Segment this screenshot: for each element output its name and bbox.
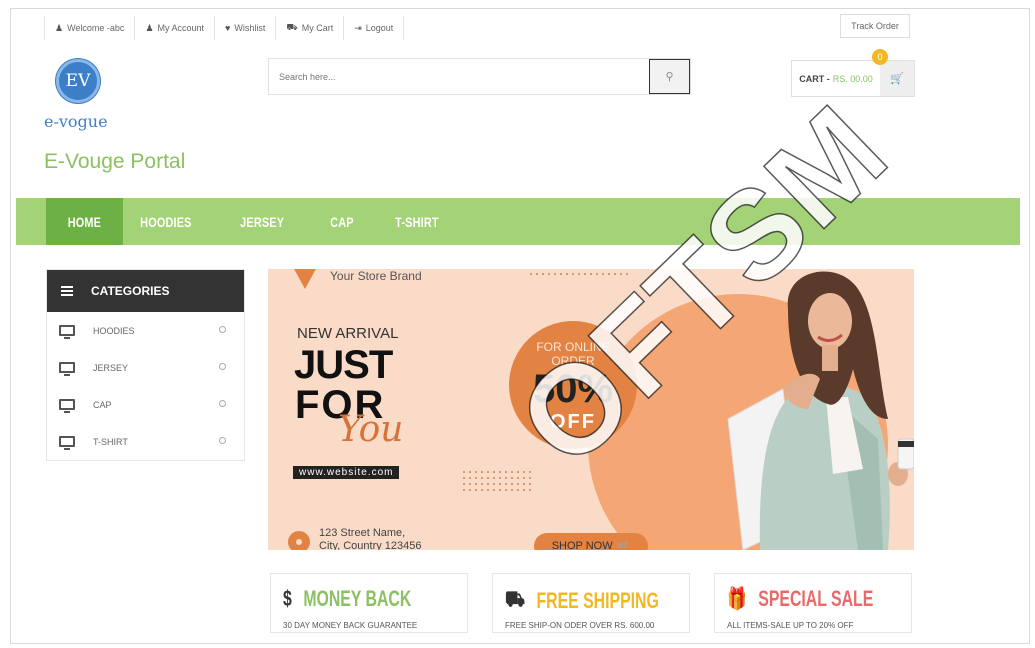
feature-title: $ MONEY BACK xyxy=(283,586,412,611)
nav-item-cap[interactable]: CAP xyxy=(313,198,371,245)
logout-icon: ⇥ xyxy=(354,22,362,33)
menu-icon xyxy=(61,284,73,298)
category-item-tshirt[interactable]: T-SHIRT xyxy=(47,423,244,460)
circle-icon xyxy=(219,326,226,333)
search-button[interactable]: ⚲ xyxy=(649,59,690,94)
welcome-link[interactable]: ♟ Welcome -abc xyxy=(44,16,134,40)
banner-you: You xyxy=(338,409,404,450)
banner-brand: Your Store Brand xyxy=(330,269,422,283)
main-nav: HOME HOODIES JERSEY CAP T-SHIRT xyxy=(16,198,1020,245)
cart-amount: RS. 00.00 xyxy=(832,73,873,84)
banner-dots xyxy=(528,271,628,277)
cart-summary: CART - RS. 00.00 xyxy=(792,61,880,96)
search-icon: ⚲ xyxy=(665,71,674,83)
discount-label: FOR ONLINE ORDER xyxy=(536,340,610,368)
category-item-hoodies[interactable]: HOODIES xyxy=(47,312,244,349)
wishlist-link[interactable]: ♥ Wishlist xyxy=(214,16,275,40)
cart-label: CART - xyxy=(799,73,830,84)
feature-free-shipping[interactable]: ⛟ FREE SHIPPING FREE SHIP-ON ODER OVER RS… xyxy=(492,573,690,633)
search-bar: ⚲ xyxy=(268,58,691,95)
feature-subtitle: 30 DAY MONEY BACK GUARANTEE xyxy=(283,621,418,630)
model-photo xyxy=(727,271,914,550)
nav-item-hoodies[interactable]: HOODIES xyxy=(123,198,209,245)
shop-now-button[interactable]: SHOP NOW 🛒 xyxy=(534,533,648,550)
my-account-link[interactable]: ♟ My Account xyxy=(134,16,214,40)
gift-icon: 🎁 xyxy=(727,586,747,611)
heart-icon: ♥ xyxy=(225,23,231,33)
brand-triangle-icon xyxy=(293,269,317,289)
logo-monogram: EV xyxy=(65,71,91,91)
circle-icon xyxy=(219,363,226,370)
nav-item-tshirt[interactable]: T-SHIRT xyxy=(378,198,456,245)
feature-subtitle: ALL ITEMS-SALE UP TO 20% OFF xyxy=(727,621,854,630)
feature-title: ⛟ FREE SHIPPING xyxy=(505,586,659,615)
banner-website: www.website.com xyxy=(293,466,400,479)
banner-new-arrival: NEW ARRIVAL xyxy=(297,325,399,342)
nav-item-home[interactable]: HOME xyxy=(46,198,123,245)
feature-money-back[interactable]: $ MONEY BACK 30 DAY MONEY BACK GUARANTEE xyxy=(270,573,468,633)
nav-item-jersey[interactable]: JERSEY xyxy=(223,198,301,245)
cart-button[interactable]: 🛒 xyxy=(880,61,914,96)
user-icon: ♟ xyxy=(55,22,64,33)
truck-icon: ⛟ xyxy=(505,586,525,611)
monitor-icon xyxy=(59,399,75,413)
cart-icon: 🛒 xyxy=(616,540,631,551)
circle-icon xyxy=(219,437,226,444)
banner-just: JUST xyxy=(294,343,393,387)
site-name: E-Vouge Portal xyxy=(44,150,186,173)
user-icon: ♟ xyxy=(145,22,154,33)
cart-count-badge: 0 xyxy=(872,49,888,65)
discount-value: 50% xyxy=(532,367,614,411)
feature-title: 🎁 SPECIAL SALE xyxy=(727,586,874,611)
monitor-icon xyxy=(59,325,75,339)
cart-icon: ⛟ xyxy=(286,22,298,32)
category-item-cap[interactable]: CAP xyxy=(47,386,244,423)
category-item-jersey[interactable]: JERSEY xyxy=(47,349,244,386)
circle-icon xyxy=(219,400,226,407)
banner-address: 123 Street Name, City, Country 123456 xyxy=(319,527,422,550)
categories-header[interactable]: CATEGORIES xyxy=(47,270,244,312)
track-order-button[interactable]: Track Order xyxy=(840,14,910,38)
logo-text[interactable]: e-vogue xyxy=(44,112,108,131)
monitor-icon xyxy=(59,436,75,450)
categories-title: CATEGORIES xyxy=(91,284,170,298)
cart-icon: 🛒 xyxy=(890,73,904,85)
location-pin-icon xyxy=(288,531,310,550)
banner-dots xyxy=(461,469,531,495)
monitor-icon xyxy=(59,362,75,376)
feature-special-sale[interactable]: 🎁 SPECIAL SALE ALL ITEMS-SALE UP TO 20% O… xyxy=(714,573,912,633)
dollar-icon: $ xyxy=(283,586,292,611)
feature-subtitle: FREE SHIP-ON ODER OVER RS. 600.00 xyxy=(505,621,655,630)
cart-widget[interactable]: CART - RS. 00.00 🛒 xyxy=(791,60,915,97)
top-links-bar: ♟ Welcome -abc ♟ My Account ♥ Wishlist ⛟ My … xyxy=(44,16,405,40)
discount-badge: FOR ONLINE ORDER 50% OFF xyxy=(509,321,637,449)
categories-panel: CATEGORIES HOODIES JERSEY CAP T-SHIRT xyxy=(46,269,245,461)
search-input[interactable] xyxy=(269,59,649,94)
hero-banner[interactable]: Your Store Brand NEW ARRIVAL JUST FOR Yo… xyxy=(268,269,914,550)
logout-link[interactable]: ⇥ Logout xyxy=(343,16,405,40)
site-logo[interactable]: EV xyxy=(56,59,100,103)
discount-off: OFF xyxy=(550,411,596,433)
my-cart-link[interactable]: ⛟ My Cart xyxy=(275,16,343,40)
